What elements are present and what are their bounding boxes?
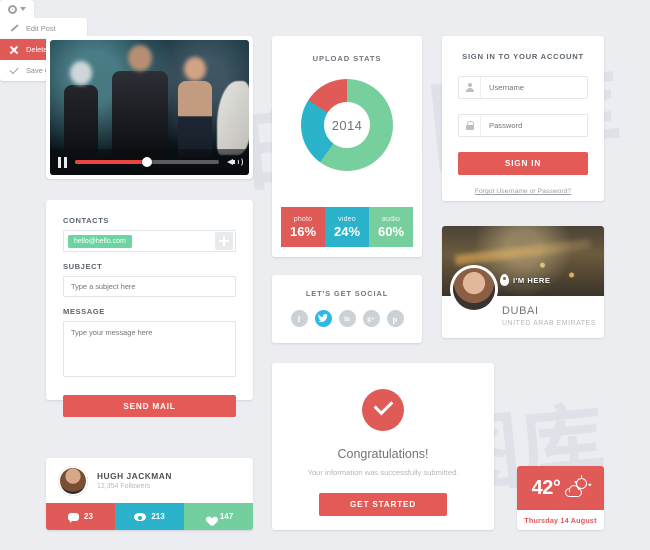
google-plus-icon[interactable]: g+ <box>362 310 380 327</box>
signin-title: SIGN IN TO YOUR ACCOUNT <box>462 52 584 61</box>
weather-top: 42° <box>517 466 604 510</box>
location-city: DUBAI <box>502 305 539 317</box>
heart-icon <box>204 512 215 522</box>
legend-audio-label: audio <box>381 215 401 223</box>
profile-card: HUGH JACKMAN 12,354 Followers 23 213 147 <box>46 458 253 530</box>
pencil-icon <box>9 23 19 33</box>
video-figure <box>178 57 212 157</box>
progress-fill <box>75 160 147 164</box>
forgot-password-link[interactable]: Forgot Username or Password? <box>458 188 588 195</box>
contact-tag[interactable]: hello@hello.com <box>68 234 132 248</box>
legend-audio[interactable]: audio 60% <box>369 207 413 247</box>
im-here-badge[interactable]: I'M HERE <box>500 274 550 286</box>
video-figure <box>64 61 98 157</box>
avatar <box>453 268 495 310</box>
message-input[interactable] <box>63 321 236 377</box>
social-title: LET'S GET SOCIAL <box>305 289 389 298</box>
chevron-down-icon <box>20 7 26 11</box>
eye-icon <box>134 513 147 521</box>
video-screen[interactable] <box>50 40 249 175</box>
video-figure <box>112 45 168 157</box>
sign-in-button[interactable]: SIGN IN <box>458 152 588 175</box>
profile-stats: 23 213 147 <box>46 503 253 530</box>
subject-label: SUBJECT <box>63 262 103 271</box>
donut-center-label: 2014 <box>331 117 363 133</box>
congrats-heading: Congratulations! <box>337 447 429 461</box>
likes-stat[interactable]: 147 <box>184 503 253 530</box>
video-progress-slider[interactable] <box>75 157 219 167</box>
donut-center: 2014 <box>324 102 370 148</box>
contact-form-card: CONTACTS hello@hello.com SUBJECT MESSAGE… <box>46 200 253 417</box>
video-player-card[interactable] <box>46 36 253 179</box>
upload-stats-title: UPLOAD STATS <box>312 54 382 63</box>
twitter-icon[interactable] <box>314 310 332 327</box>
im-here-label: I'M HERE <box>513 275 551 285</box>
contacts-field[interactable]: hello@hello.com <box>63 230 236 252</box>
subject-input[interactable] <box>63 276 236 297</box>
ui-kit-stage: 白马图库 白马图库 CONTACTS hello@hello.com <box>0 0 650 550</box>
avatar <box>58 465 88 496</box>
dropdown-toggle[interactable] <box>0 0 34 18</box>
legend-video-value: 24% <box>333 223 361 239</box>
volume-icon[interactable] <box>227 156 243 168</box>
weather-card: 42° Thursday 14 August <box>517 466 604 530</box>
profile-name: HUGH JACKMAN <box>97 471 172 481</box>
wing-decoration <box>217 81 249 155</box>
profile-header: HUGH JACKMAN 12,354 Followers <box>46 458 253 503</box>
message-label: MESSAGE <box>63 307 105 316</box>
facebook-icon[interactable]: f <box>290 310 308 327</box>
progress-knob[interactable] <box>142 157 152 167</box>
pinterest-icon[interactable]: p <box>386 310 404 327</box>
legend-video[interactable]: video 24% <box>325 207 369 247</box>
social-card: LET'S GET SOCIAL f in g+ p <box>272 275 422 343</box>
password-field[interactable] <box>458 114 588 137</box>
legend-photo-label: photo <box>293 215 313 223</box>
username-field[interactable] <box>458 76 588 99</box>
x-icon <box>9 45 19 55</box>
comment-count: 23 <box>84 512 93 521</box>
comment-icon <box>68 512 80 523</box>
linkedin-icon[interactable]: in <box>338 310 356 327</box>
likes-count: 147 <box>219 512 234 521</box>
contacts-label: CONTACTS <box>63 216 110 225</box>
location-country: UNITED ARAB EMIRATES <box>502 320 596 327</box>
weather-date: Thursday 14 August <box>524 516 597 525</box>
lock-icon <box>459 115 481 136</box>
congrats-message: Your information was successfully submit… <box>307 468 459 477</box>
pause-icon[interactable] <box>58 156 67 168</box>
views-count: 213 <box>151 512 165 521</box>
check-icon <box>362 389 404 431</box>
congratulations-card: Congratulations! Your information was su… <box>272 363 494 530</box>
social-icon-row: f in g+ p <box>272 310 422 327</box>
profile-followers: 12,354 Followers <box>97 483 151 490</box>
legend-photo-value: 16% <box>289 223 317 239</box>
legend-photo[interactable]: photo 16% <box>281 207 325 247</box>
views-stat[interactable]: 213 <box>115 503 184 530</box>
gear-icon <box>8 4 17 14</box>
check-icon <box>9 66 19 76</box>
comment-stat[interactable]: 23 <box>46 503 115 530</box>
password-input[interactable] <box>481 121 587 130</box>
location-card: I'M HERE DUBAI UNITED ARAB EMIRATES <box>442 226 604 338</box>
upload-stats-card: UPLOAD STATS 2014 photo 16% video 24% au… <box>272 36 422 257</box>
send-mail-button[interactable]: SEND MAIL <box>63 395 236 417</box>
sun-cloud-icon <box>565 475 592 498</box>
donut-chart: 2014 <box>301 79 393 171</box>
donut-chart-wrap: 2014 <box>272 79 422 171</box>
username-input[interactable] <box>481 83 587 92</box>
legend-audio-value: 60% <box>377 223 405 239</box>
signin-card: SIGN IN TO YOUR ACCOUNT SIGN IN Forgot U… <box>442 36 604 201</box>
plus-icon[interactable] <box>215 232 233 250</box>
video-controls[interactable] <box>50 149 249 175</box>
weather-temperature: 42° <box>531 476 561 499</box>
menu-item-edit-post-label: Edit Post <box>26 23 56 33</box>
get-started-button[interactable]: GET STARTED <box>319 493 447 516</box>
map-pin-icon <box>500 274 509 286</box>
legend-video-label: video <box>338 215 356 223</box>
upload-stats-legend: photo 16% video 24% audio 60% <box>281 207 413 247</box>
person-icon <box>459 77 481 98</box>
